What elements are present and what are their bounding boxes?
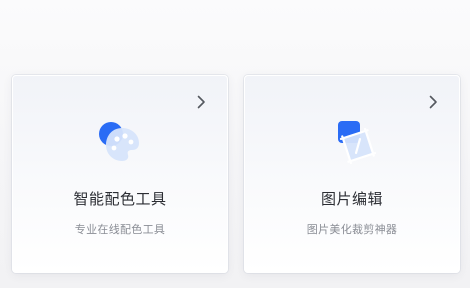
chevron-right-icon[interactable]	[425, 94, 441, 110]
tools-panel: 智能配色工具 专业在线配色工具 图片编辑 图片美化裁剪神器	[0, 0, 470, 288]
image-edit-icon	[328, 118, 376, 166]
chevron-right-icon[interactable]	[193, 94, 209, 110]
palette-icon	[96, 118, 144, 166]
card-title: 图片编辑	[320, 190, 383, 208]
card-color-tool[interactable]: 智能配色工具 专业在线配色工具	[12, 75, 228, 273]
card-description: 专业在线配色工具	[74, 223, 166, 236]
card-image-edit[interactable]: 图片编辑 图片美化裁剪神器	[244, 75, 460, 273]
card-title: 智能配色工具	[73, 190, 167, 208]
card-description: 图片美化裁剪神器	[306, 223, 398, 236]
